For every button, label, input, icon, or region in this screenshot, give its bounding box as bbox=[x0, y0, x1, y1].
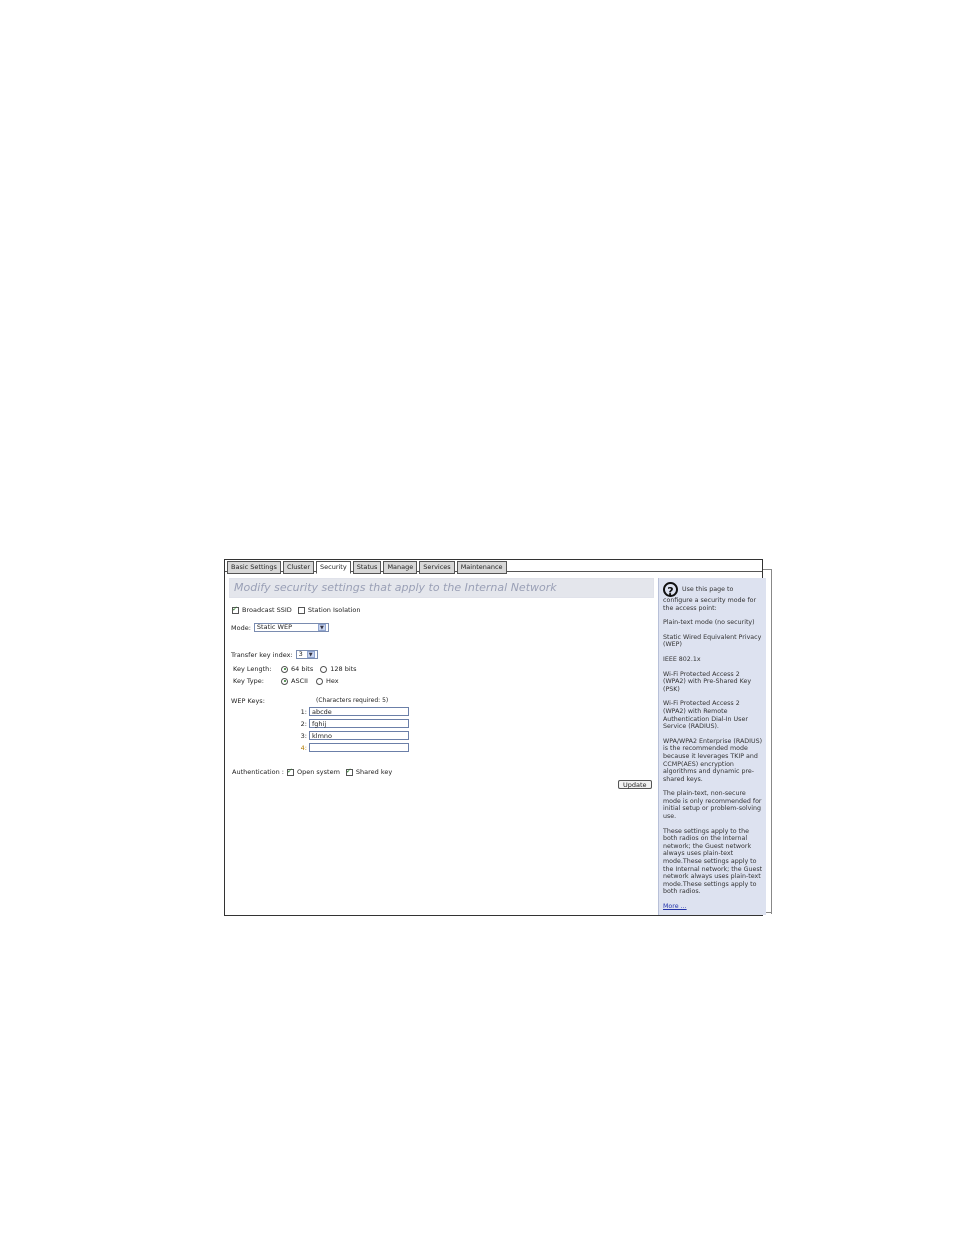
help-item-wpa2-radius: Wi-Fi Protected Access 2 (WPA2) with Rem… bbox=[663, 700, 748, 731]
broadcast-ssid-checkbox[interactable] bbox=[232, 605, 239, 614]
help-item-plain-text: Plain-text mode (no security) bbox=[663, 619, 755, 627]
help-item-enterprise-recommended: WPA/WPA2 Enterprise (RADIUS) is the reco… bbox=[663, 737, 763, 783]
station-isolation-label: Station Isolation bbox=[307, 606, 361, 614]
help-panel: ? Use this page to configure a security m… bbox=[658, 578, 766, 915]
key-length-64-radio[interactable] bbox=[281, 665, 288, 673]
wep-key-2-input[interactable]: fghij bbox=[309, 719, 409, 728]
authentication-row: Authentication : Open system Shared key bbox=[232, 767, 393, 777]
tab-status[interactable]: Status bbox=[352, 561, 382, 574]
transfer-key-row: Transfer key index: 3 ▼ bbox=[231, 650, 318, 659]
key-length-128-label: 128 bits bbox=[330, 665, 357, 673]
tab-manage[interactable]: Manage bbox=[383, 561, 418, 574]
wep-key-1-number: 1: bbox=[300, 708, 307, 716]
open-system-label: Open system bbox=[296, 768, 340, 776]
security-form: Modify security settings that apply to t… bbox=[229, 578, 654, 598]
wep-keys-chars-required: (Characters required: 5) bbox=[316, 697, 389, 704]
wep-key-3-number: 3: bbox=[300, 732, 307, 740]
ssid-options-row: Broadcast SSID Station Isolation bbox=[232, 605, 361, 614]
security-settings-window: Basic Settings Cluster Security Status M… bbox=[224, 559, 766, 916]
mode-select[interactable]: Static WEP ▼ bbox=[253, 623, 329, 632]
wep-key-3-input[interactable]: klmno bbox=[309, 731, 409, 740]
key-length-64-label: 64 bits bbox=[291, 665, 314, 673]
chevron-down-icon: ▼ bbox=[317, 624, 326, 631]
mode-row: Mode: Static WEP ▼ bbox=[231, 623, 329, 632]
key-length-row: Key Length: 64 bits 128 bits bbox=[233, 665, 357, 673]
chevron-down-icon: ▼ bbox=[306, 651, 315, 658]
transfer-key-select[interactable]: 3 ▼ bbox=[295, 650, 318, 659]
tab-cluster[interactable]: Cluster bbox=[282, 561, 315, 574]
key-type-hex-label: Hex bbox=[325, 677, 339, 685]
tab-maintenance[interactable]: Maintenance bbox=[456, 561, 507, 574]
tab-services[interactable]: Services bbox=[419, 561, 455, 574]
key-type-hex-radio[interactable] bbox=[315, 677, 323, 685]
tab-bar: Basic Settings Cluster Security Status M… bbox=[227, 561, 507, 574]
key-type-label: Key Type: bbox=[233, 677, 264, 685]
help-item-plain-text-note: The plain-text, non-secure mode is only … bbox=[663, 790, 762, 821]
wep-key-4-number: 4: bbox=[300, 744, 307, 752]
shared-key-checkbox[interactable] bbox=[345, 767, 353, 776]
wep-keys-label: WEP Keys: bbox=[231, 697, 265, 705]
open-system-checkbox[interactable] bbox=[286, 767, 294, 776]
key-type-ascii-label: ASCII bbox=[291, 677, 308, 685]
wep-key-1-input[interactable]: abcde bbox=[309, 707, 409, 716]
key-length-label: Key Length: bbox=[233, 665, 272, 673]
help-item-static-wep: Static Wired Equivalent Privacy (WEP) bbox=[663, 633, 762, 649]
outer-frame-line-right bbox=[771, 569, 772, 914]
mode-select-value: Static WEP bbox=[256, 623, 293, 631]
wep-key-2-number: 2: bbox=[300, 720, 307, 728]
authentication-label: Authentication : bbox=[232, 768, 284, 776]
transfer-key-value: 3 bbox=[298, 650, 303, 658]
station-isolation-checkbox[interactable] bbox=[297, 606, 305, 614]
key-type-ascii-radio[interactable] bbox=[281, 677, 288, 685]
help-intro: ? Use this page to configure a security m… bbox=[663, 582, 764, 612]
help-item-wpa2-psk: Wi-Fi Protected Access 2 (WPA2) with Pre… bbox=[663, 670, 752, 693]
update-button[interactable]: Update bbox=[618, 780, 652, 789]
page-title: Modify security settings that apply to t… bbox=[229, 578, 654, 598]
key-type-row: Key Type: ASCII Hex bbox=[233, 677, 339, 685]
mode-label: Mode: bbox=[231, 623, 251, 632]
help-more-link[interactable]: More ... bbox=[663, 903, 687, 910]
key-length-128-radio[interactable] bbox=[320, 665, 328, 673]
shared-key-label: Shared key bbox=[355, 768, 393, 776]
tab-security[interactable]: Security bbox=[316, 561, 351, 574]
help-question-icon: ? bbox=[663, 582, 678, 598]
help-item-8021x: IEEE 802.1x bbox=[663, 655, 701, 663]
broadcast-ssid-label: Broadcast SSID bbox=[242, 606, 292, 614]
help-item-radios-note: These settings apply to the both radios … bbox=[663, 827, 763, 896]
transfer-key-label: Transfer key index: bbox=[231, 650, 293, 659]
tab-basic-settings[interactable]: Basic Settings bbox=[227, 561, 281, 574]
wep-key-4-input[interactable] bbox=[309, 743, 409, 752]
